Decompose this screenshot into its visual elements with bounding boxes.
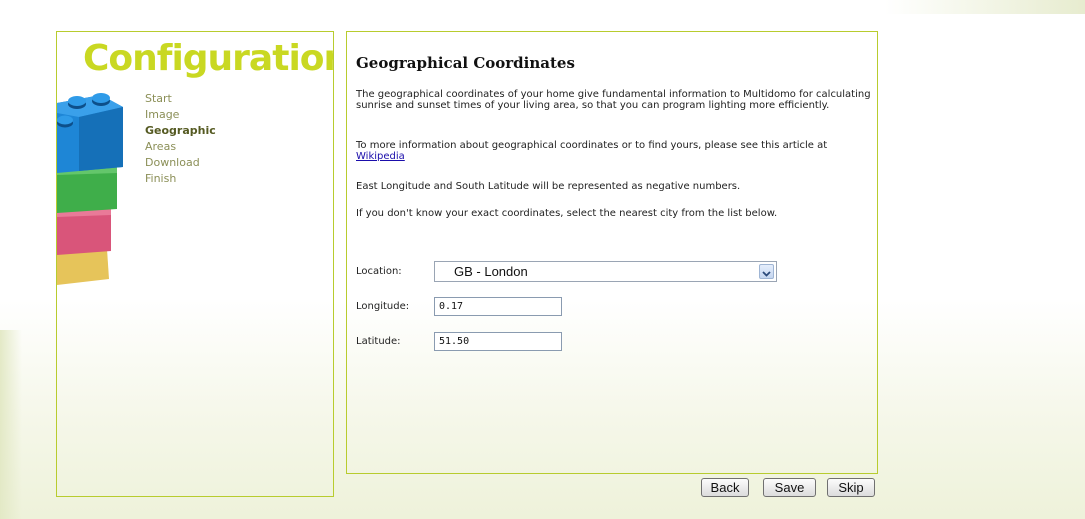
location-selected-value: GB - London [454,264,528,279]
latitude-input[interactable] [434,332,562,351]
location-select[interactable]: GB - London [434,261,777,282]
skip-button[interactable]: Skip [827,478,875,497]
save-button[interactable]: Save [763,478,816,497]
step-start[interactable]: Start [145,91,216,107]
back-button[interactable]: Back [701,478,749,497]
background-glow [885,0,1085,14]
background-glow-left [0,330,22,519]
intro-paragraph: The geographical coordinates of your hom… [356,89,871,111]
wizard-sidebar: Configuration Start Image Geographic Are… [56,31,334,497]
info-text: To more information about geographical c… [356,140,828,151]
step-areas[interactable]: Areas [145,139,216,155]
wizard-steps: Start Image Geographic Areas Download Fi… [145,91,216,187]
wikipedia-link[interactable]: Wikipedia [356,151,405,162]
dropdown-arrow[interactable] [759,264,774,279]
content-panel: Geographical Coordinates The geographica… [346,31,878,474]
negative-note: East Longitude and South Latitude will b… [356,181,741,192]
location-label: Location: [356,266,402,277]
page-title: Geographical Coordinates [356,54,575,72]
nearest-city-note: If you don't know your exact coordinates… [356,208,778,219]
configuration-title: Configuration [83,38,334,79]
latitude-label: Latitude: [356,336,401,347]
info-paragraph: To more information about geographical c… [356,140,871,162]
longitude-input[interactable] [434,297,562,316]
lego-bricks-illustration [57,93,123,285]
step-geographic[interactable]: Geographic [145,123,216,139]
step-download[interactable]: Download [145,155,216,171]
step-finish[interactable]: Finish [145,171,216,187]
chevron-down-icon [762,271,771,277]
longitude-label: Longitude: [356,301,410,312]
step-image[interactable]: Image [145,107,216,123]
